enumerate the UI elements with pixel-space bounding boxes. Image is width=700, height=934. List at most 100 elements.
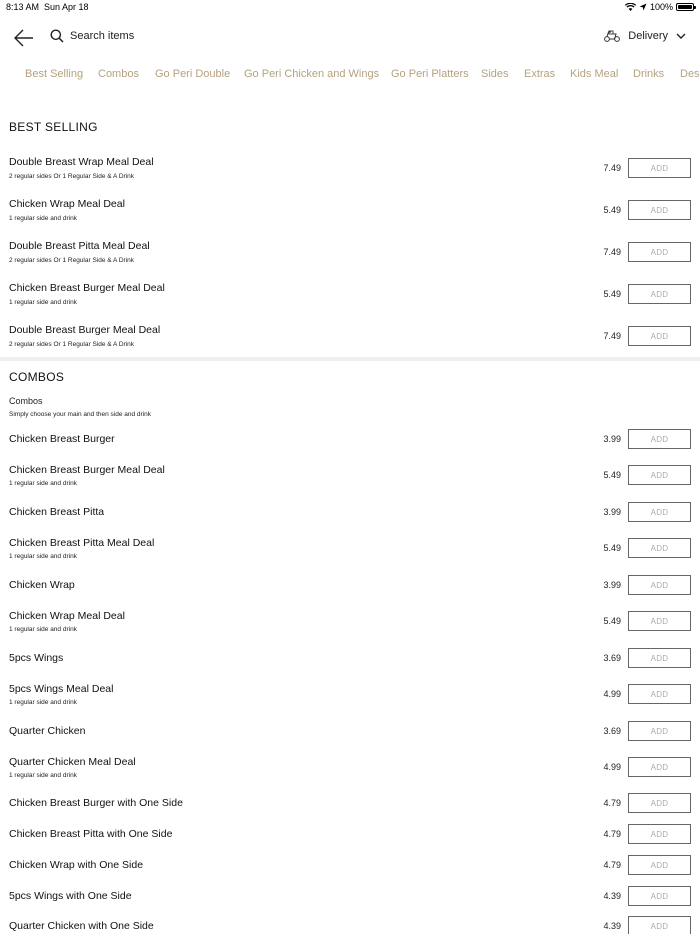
- add-button[interactable]: ADD: [628, 855, 691, 875]
- tab-go-peri-platters[interactable]: Go Peri Platters: [391, 68, 469, 80]
- add-button[interactable]: ADD: [628, 538, 691, 558]
- add-button[interactable]: ADD: [628, 326, 691, 346]
- tab-best-selling[interactable]: Best Selling: [25, 68, 83, 80]
- tab-extras[interactable]: Extras: [524, 68, 555, 80]
- add-button[interactable]: ADD: [628, 242, 691, 262]
- chevron-down-icon: [676, 33, 686, 39]
- item-description: 1 regular side and drink: [9, 480, 77, 487]
- item-name: Quarter Chicken Meal Deal: [9, 756, 136, 768]
- item-name: Chicken Breast Pitta Meal Deal: [9, 537, 155, 549]
- section-title-best-selling: BEST SELLING: [9, 120, 98, 134]
- add-button[interactable]: ADD: [628, 158, 691, 178]
- add-button[interactable]: ADD: [628, 429, 691, 449]
- item-name: Double Breast Wrap Meal Deal: [9, 156, 154, 168]
- item-name: Chicken Wrap Meal Deal: [9, 610, 125, 622]
- delivery-selector[interactable]: Delivery: [604, 30, 686, 42]
- search-placeholder: Search items: [70, 30, 135, 42]
- add-button[interactable]: ADD: [628, 684, 691, 704]
- category-tabs: Best Selling Combos Go Peri Double Go Pe…: [0, 66, 700, 84]
- item-name: Chicken Wrap: [9, 579, 75, 591]
- add-button[interactable]: ADD: [628, 916, 691, 934]
- item-price: 7.49: [603, 247, 621, 257]
- combos-subtitle-description: Simply choose your main and then side an…: [9, 411, 151, 418]
- battery-icon: [676, 3, 696, 11]
- item-description: 1 regular side and drink: [9, 215, 77, 222]
- item-name: Chicken Breast Burger with One Side: [9, 797, 183, 809]
- add-button[interactable]: ADD: [628, 465, 691, 485]
- item-description: 1 regular side and drink: [9, 553, 77, 560]
- add-button[interactable]: ADD: [628, 502, 691, 522]
- add-button[interactable]: ADD: [628, 793, 691, 813]
- item-description: 1 regular side and drink: [9, 699, 77, 706]
- scooter-icon: [604, 30, 621, 42]
- item-description: 2 regular sides Or 1 Regular Side & A Dr…: [9, 173, 135, 180]
- item-name: 5pcs Wings with One Side: [9, 890, 132, 902]
- item-price: 4.99: [603, 689, 621, 699]
- add-button[interactable]: ADD: [628, 575, 691, 595]
- item-name: Double Breast Burger Meal Deal: [9, 324, 161, 336]
- item-price: 7.49: [603, 331, 621, 341]
- item-price: 3.99: [603, 580, 621, 590]
- item-price: 3.69: [603, 726, 621, 736]
- section-divider: [0, 357, 700, 361]
- item-price: 5.49: [603, 616, 621, 626]
- battery-percent: 100%: [649, 2, 673, 12]
- item-price: 4.79: [603, 829, 621, 839]
- item-name: Chicken Breast Pitta: [9, 506, 105, 518]
- item-name: Chicken Wrap with One Side: [9, 859, 144, 871]
- item-name: 5pcs Wings Meal Deal: [9, 683, 114, 695]
- status-bar: 8:13 AM Sun Apr 18 100%: [0, 0, 700, 16]
- tab-sides[interactable]: Sides: [481, 68, 509, 80]
- item-price: 7.49: [603, 163, 621, 173]
- item-name: Chicken Wrap Meal Deal: [9, 198, 125, 210]
- back-arrow-icon: [14, 29, 33, 47]
- item-name: Quarter Chicken: [9, 725, 86, 737]
- tab-desserts[interactable]: Des: [680, 68, 700, 80]
- item-name: Double Breast Pitta Meal Deal: [9, 240, 150, 252]
- add-button[interactable]: ADD: [628, 824, 691, 844]
- add-button[interactable]: ADD: [628, 648, 691, 668]
- item-price: 5.49: [603, 205, 621, 215]
- item-price: 4.99: [603, 762, 621, 772]
- item-name: Chicken Breast Pitta with One Side: [9, 828, 173, 840]
- tab-go-peri-double[interactable]: Go Peri Double: [155, 68, 230, 80]
- wifi-icon: [624, 3, 636, 11]
- back-button[interactable]: [12, 26, 36, 50]
- tab-kids-meal[interactable]: Kids Meal: [570, 68, 618, 80]
- tab-combos[interactable]: Combos: [98, 68, 139, 80]
- item-name: Quarter Chicken with One Side: [9, 920, 154, 932]
- item-name: Chicken Breast Burger Meal Deal: [9, 282, 165, 294]
- item-price: 4.79: [603, 860, 621, 870]
- add-button[interactable]: ADD: [628, 284, 691, 304]
- item-price: 3.99: [603, 434, 621, 444]
- item-name: Chicken Breast Burger: [9, 433, 115, 445]
- tab-drinks[interactable]: Drinks: [633, 68, 664, 80]
- add-button[interactable]: ADD: [628, 721, 691, 741]
- item-name: Chicken Breast Burger Meal Deal: [9, 464, 165, 476]
- search-input[interactable]: Search items: [50, 29, 134, 43]
- search-icon: [50, 29, 64, 43]
- item-description: 2 regular sides Or 1 Regular Side & A Dr…: [9, 257, 135, 264]
- item-price: 3.69: [603, 653, 621, 663]
- item-description: 1 regular side and drink: [9, 299, 77, 306]
- item-price: 4.79: [603, 798, 621, 808]
- item-description: 1 regular side and drink: [9, 772, 77, 779]
- status-date: Sun Apr 18: [44, 2, 89, 12]
- location-arrow-icon: [639, 3, 647, 11]
- item-price: 3.99: [603, 507, 621, 517]
- item-price: 5.49: [603, 289, 621, 299]
- add-button[interactable]: ADD: [628, 200, 691, 220]
- status-right: 100%: [624, 2, 696, 12]
- header: Search items Delivery: [0, 24, 700, 54]
- delivery-label: Delivery: [628, 30, 668, 42]
- tab-go-peri-chicken-and-wings[interactable]: Go Peri Chicken and Wings: [244, 68, 379, 80]
- status-time: 8:13 AM: [6, 2, 40, 12]
- add-button[interactable]: ADD: [628, 611, 691, 631]
- item-name: 5pcs Wings: [9, 652, 64, 664]
- add-button[interactable]: ADD: [628, 757, 691, 777]
- item-price: 4.39: [603, 891, 621, 901]
- item-price: 5.49: [603, 470, 621, 480]
- add-button[interactable]: ADD: [628, 886, 691, 906]
- section-title-combos: COMBOS: [9, 370, 65, 384]
- combos-subtitle: Combos: [9, 396, 43, 406]
